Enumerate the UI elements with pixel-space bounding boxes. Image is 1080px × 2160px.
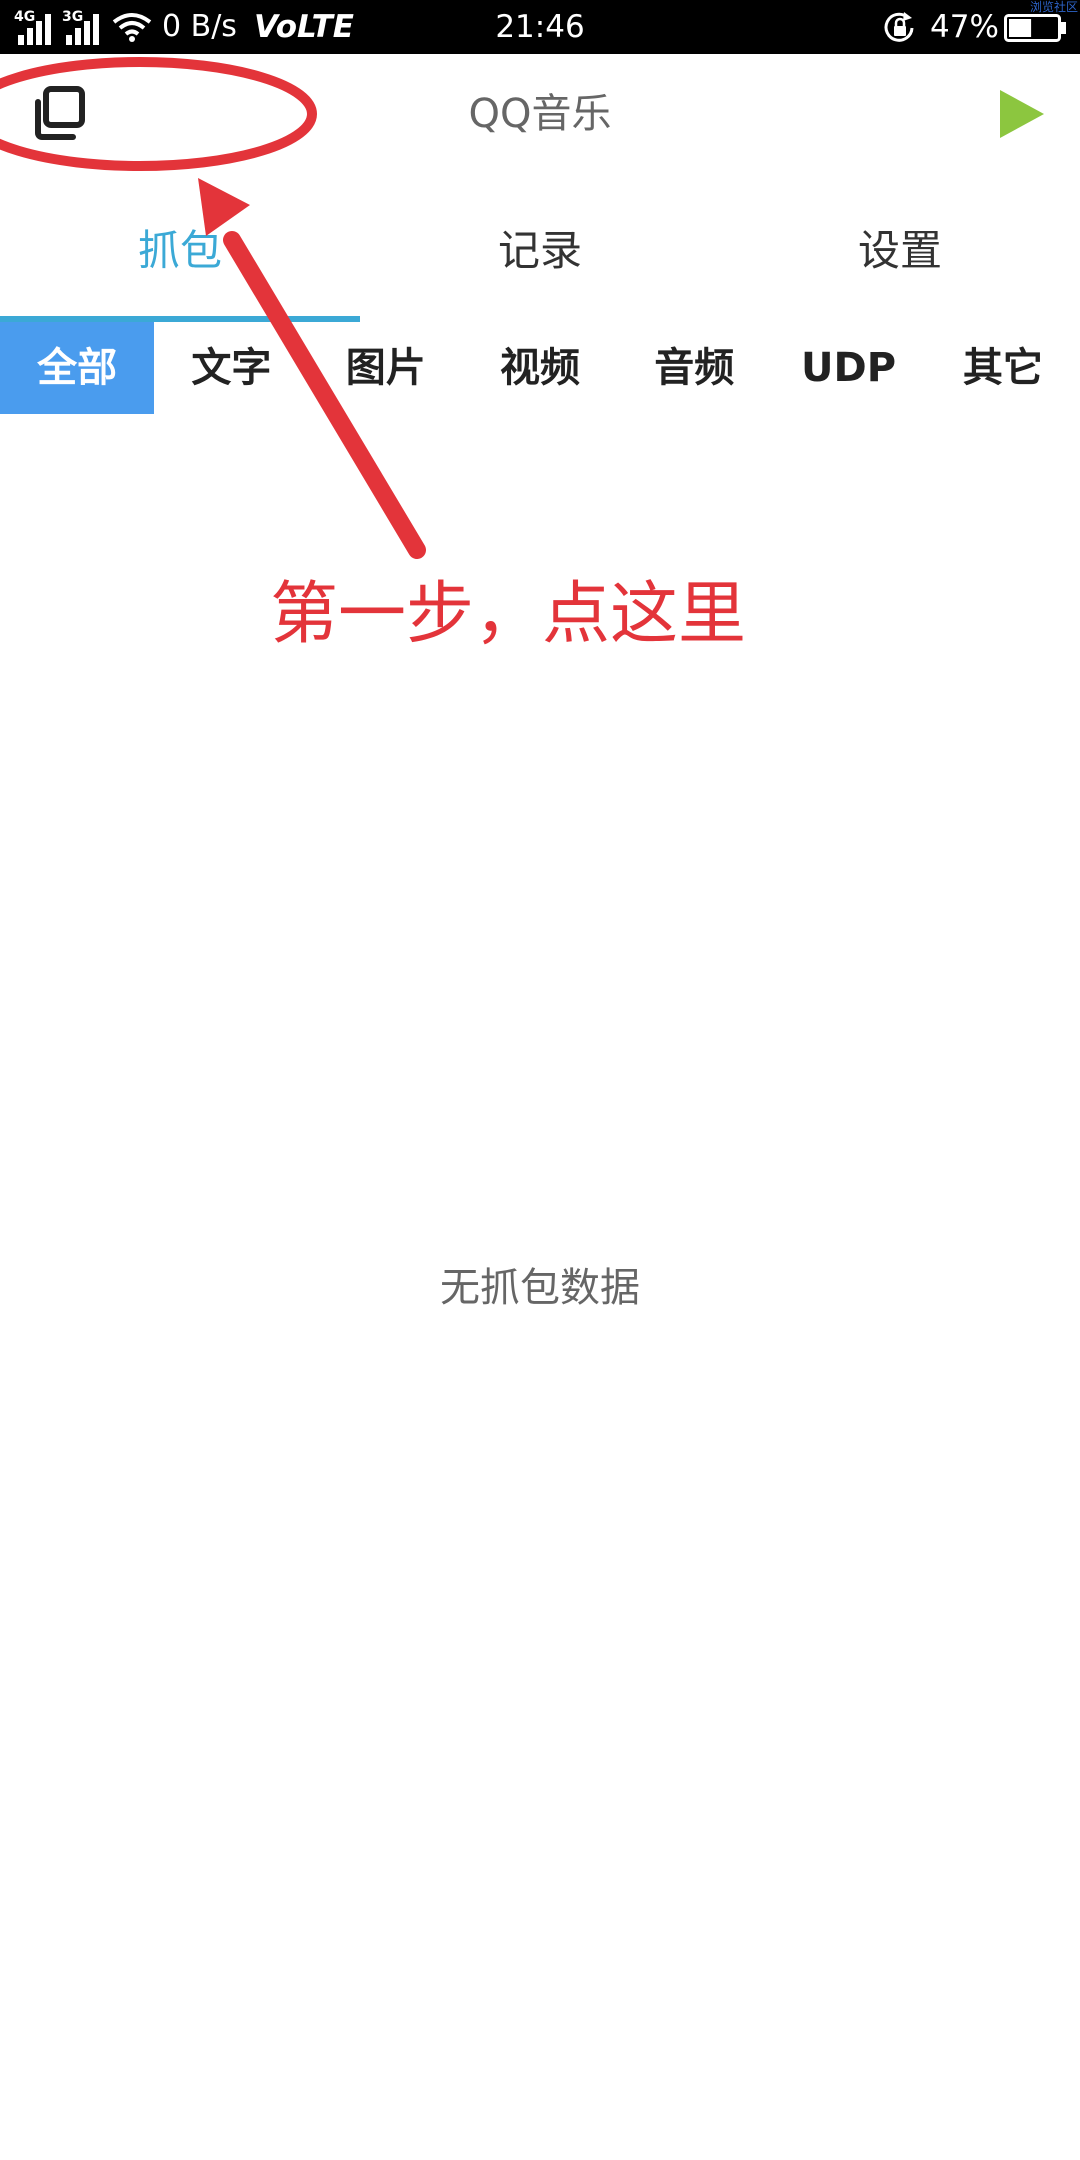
- filter-other[interactable]: 其它: [926, 322, 1080, 414]
- battery-icon: [1004, 14, 1068, 46]
- play-triangle-icon: [1000, 90, 1044, 138]
- network-speed: 0 B/s: [162, 9, 237, 44]
- status-bar: 4G 3G 0 B/s VoLTE 21:46 47%: [0, 0, 1080, 54]
- rotation-lock-icon: [882, 11, 918, 49]
- battery-fill: [1009, 19, 1032, 37]
- tab-capture[interactable]: 抓包: [0, 204, 360, 324]
- filter-video[interactable]: 视频: [463, 322, 617, 414]
- title-bar: QQ音乐: [0, 54, 1080, 174]
- app-title: QQ音乐: [468, 91, 612, 137]
- main-tabs: 抓包 记录 设置: [0, 204, 1080, 324]
- wifi-icon: [112, 12, 152, 46]
- watermark: 浏览社区: [1029, 0, 1078, 14]
- filter-image[interactable]: 图片: [309, 322, 463, 414]
- play-button[interactable]: [992, 86, 1048, 142]
- empty-state-text: 无抓包数据: [440, 1265, 640, 1311]
- clock: 21:46: [495, 9, 585, 45]
- filter-audio[interactable]: 音频: [617, 322, 771, 414]
- copy-windows-icon: [35, 86, 85, 140]
- filter-text[interactable]: 文字: [154, 322, 308, 414]
- filter-udp[interactable]: UDP: [771, 322, 925, 414]
- battery-percent: 47%: [930, 9, 999, 45]
- screen: 4G 3G 0 B/s VoLTE 21:46 47% 浏览社区 QQ音乐 抓包…: [0, 0, 1080, 2160]
- annotation-text: 第一步，点这里: [270, 575, 747, 654]
- tab-records[interactable]: 记录: [360, 204, 720, 324]
- copy-button[interactable]: [30, 84, 90, 144]
- filter-all[interactable]: 全部: [0, 322, 155, 414]
- tab-settings[interactable]: 设置: [720, 204, 1080, 324]
- filter-tabs: 全部 文字 图片 视频 音频 UDP 其它: [0, 322, 1080, 414]
- volte-indicator: VoLTE: [254, 9, 354, 45]
